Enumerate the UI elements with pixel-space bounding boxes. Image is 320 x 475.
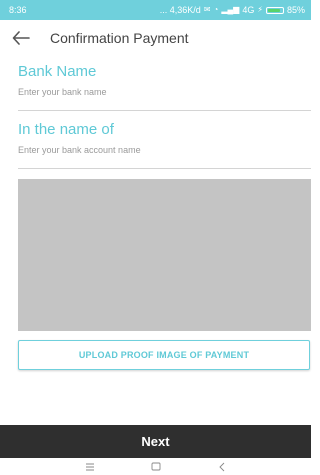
battery-level-fill xyxy=(267,8,280,12)
back-chevron-icon[interactable] xyxy=(214,461,230,473)
signal-icon: ▂▄▆ xyxy=(221,5,240,14)
status-indicators: ... 4,36K/d ✉ ◔ ▂▄▆ 4G ⚡ 85% xyxy=(160,5,305,15)
bank-name-underline xyxy=(18,110,311,111)
battery-icon xyxy=(265,6,284,14)
battery-percent: 85% xyxy=(286,5,305,15)
upload-proof-button[interactable]: UPLOAD PROOF IMAGE OF PAYMENT xyxy=(18,340,310,370)
network-type: 4G xyxy=(242,5,255,15)
network-speed: ... 4,36K/d xyxy=(159,5,201,15)
arrow-left-icon[interactable] xyxy=(10,27,32,49)
status-bar: 8:36 ... 4,36K/d ✉ ◔ ▂▄▆ 4G ⚡ 85% xyxy=(0,0,311,20)
account-name-label: In the name of xyxy=(18,121,114,138)
next-button[interactable]: Next xyxy=(0,425,311,458)
menu-icon[interactable] xyxy=(82,461,98,473)
bank-name-field: Bank Name xyxy=(18,63,311,111)
system-nav-bar xyxy=(0,458,311,475)
charging-icon: ⚡ xyxy=(257,5,263,14)
message-icon: ✉ xyxy=(203,5,211,14)
status-time: 8:36 xyxy=(9,5,27,15)
wifi-icon: ◔ xyxy=(213,5,219,14)
page-title: Confirmation Payment xyxy=(50,30,189,46)
proof-image-preview xyxy=(18,179,311,331)
account-name-field: In the name of xyxy=(18,121,311,169)
bank-name-label: Bank Name xyxy=(18,63,97,80)
bank-name-input[interactable] xyxy=(18,85,311,99)
home-square-icon[interactable] xyxy=(148,461,164,473)
account-name-underline xyxy=(18,168,311,169)
app-bar: Confirmation Payment xyxy=(0,20,311,56)
account-name-input[interactable] xyxy=(18,143,311,157)
